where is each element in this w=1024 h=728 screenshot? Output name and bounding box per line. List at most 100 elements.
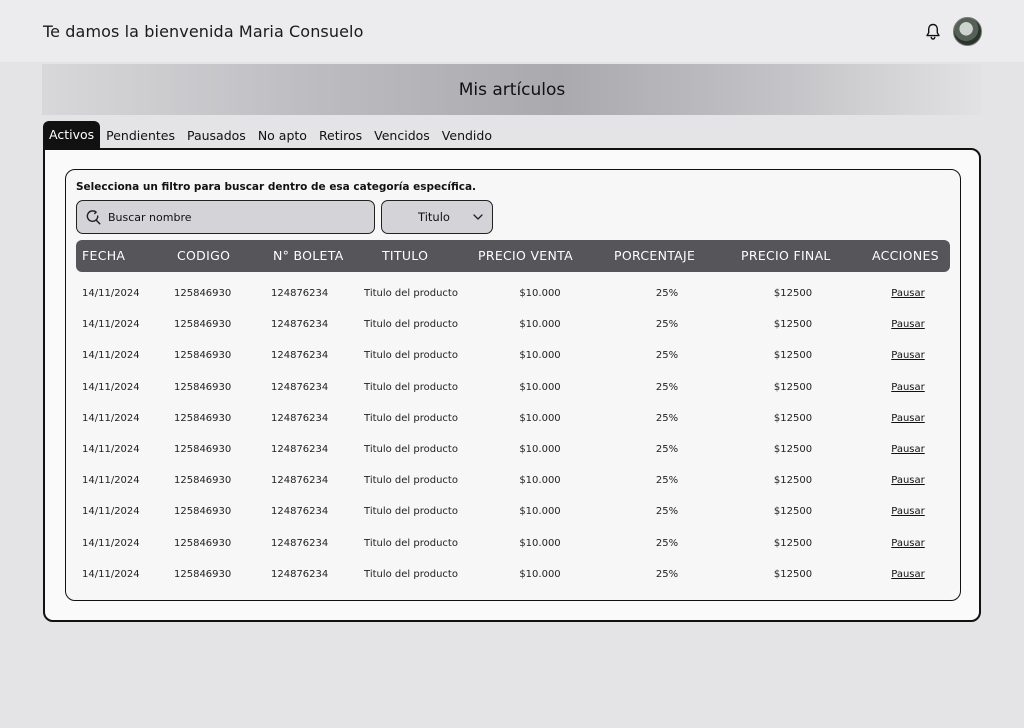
- articles-card: Selecciona un filtro para buscar dentro …: [65, 169, 961, 601]
- cell-fecha: 14/11/2024: [82, 381, 140, 393]
- cell-boleta: 124876234: [271, 412, 329, 424]
- col-boleta[interactable]: N° BOLETA: [273, 240, 344, 272]
- pause-link[interactable]: Pausar: [891, 528, 925, 559]
- cell-precio-final: $12500: [773, 412, 813, 424]
- tab-pausados[interactable]: Pausados: [181, 123, 252, 149]
- cell-titulo: Titulo del producto: [364, 288, 458, 299]
- cell-fecha: 14/11/2024: [82, 412, 140, 424]
- cell-titulo: Titulo del producto: [364, 350, 458, 362]
- col-porcentaje[interactable]: PORCENTAJE: [614, 240, 695, 272]
- cell-fecha: 14/11/2024: [82, 568, 140, 580]
- cell-fecha: 14/11/2024: [82, 506, 140, 518]
- cell-codigo: 125846930: [174, 381, 232, 393]
- table-row: 14/11/2024 125846930 124876234 Titulo del p…: [76, 372, 950, 403]
- cell-titulo: Titulo del producto: [364, 412, 458, 424]
- table-row: 14/11/2024 125846930 124876234 Titulo del p…: [76, 434, 950, 465]
- table-row: 14/11/2024 125846930 124876234 Titulo del p…: [76, 278, 950, 309]
- cell-boleta: 124876234: [271, 506, 329, 518]
- status-tabs: Activos Pendientes Pausados No apto Reti…: [43, 121, 498, 149]
- col-acciones: ACCIONES: [872, 248, 939, 263]
- cell-codigo: 125846930: [174, 350, 232, 362]
- cell-fecha: 14/11/2024: [82, 288, 140, 299]
- cell-precio-final: $12500: [773, 443, 813, 455]
- tab-activos[interactable]: Activos: [43, 121, 101, 149]
- cell-precio-final: $12500: [773, 475, 813, 487]
- page-title: Mis artículos: [458, 79, 566, 100]
- cell-precio-final: $12500: [773, 319, 813, 331]
- cell-titulo: Titulo del producto: [364, 568, 458, 580]
- cell-precio-venta: $10.000: [519, 506, 561, 518]
- pause-link[interactable]: Pausar: [891, 434, 925, 465]
- cell-porcentaje: 25%: [655, 319, 679, 331]
- cell-boleta: 124876234: [271, 537, 329, 549]
- table-row: 14/11/2024 125846930 124876234 Titulo del p…: [76, 528, 950, 559]
- col-precio-venta[interactable]: PRECIO VENTA: [478, 240, 573, 272]
- cell-porcentaje: 25%: [655, 475, 679, 487]
- cell-precio-venta: $10.000: [519, 443, 561, 455]
- cell-boleta: 124876234: [271, 350, 329, 362]
- pause-link[interactable]: Pausar: [891, 465, 925, 496]
- cell-titulo: Titulo del producto: [364, 319, 458, 331]
- cell-codigo: 125846930: [174, 412, 232, 424]
- cell-porcentaje: 25%: [655, 568, 679, 580]
- search-input[interactable]: Buscar nombre: [76, 200, 375, 234]
- cell-boleta: 124876234: [271, 319, 329, 331]
- welcome-title: Te damos la bienvenida Maria Consuelo: [43, 22, 364, 41]
- bell-icon[interactable]: [925, 23, 941, 41]
- pause-link[interactable]: Pausar: [891, 559, 925, 590]
- cell-porcentaje: 25%: [655, 506, 679, 518]
- filter-select[interactable]: Titulo: [381, 200, 493, 234]
- cell-fecha: 14/11/2024: [82, 319, 140, 331]
- pause-link[interactable]: Pausar: [891, 309, 925, 340]
- filter-select-value: Titulo: [418, 210, 450, 224]
- cell-precio-venta: $10.000: [519, 537, 561, 549]
- cell-porcentaje: 25%: [655, 537, 679, 549]
- page-banner: Mis artículos: [42, 64, 982, 115]
- cell-codigo: 125846930: [174, 506, 232, 518]
- cell-codigo: 125846930: [174, 568, 232, 580]
- pause-link[interactable]: Pausar: [891, 403, 925, 434]
- cell-fecha: 14/11/2024: [82, 350, 140, 362]
- pause-link[interactable]: Pausar: [891, 496, 925, 527]
- filter-hint: Selecciona un filtro para buscar dentro …: [76, 181, 477, 193]
- cell-precio-venta: $10.000: [519, 568, 561, 580]
- chevron-down-icon: [473, 214, 483, 220]
- cell-precio-final: $12500: [773, 537, 813, 549]
- cell-precio-venta: $10.000: [519, 319, 561, 331]
- cell-precio-final: $12500: [773, 568, 813, 580]
- cell-precio-venta: $10.000: [519, 288, 561, 299]
- table-row: 14/11/2024 125846930 124876234 Titulo del p…: [76, 465, 950, 496]
- cell-boleta: 124876234: [271, 381, 329, 393]
- cell-precio-final: $12500: [773, 381, 813, 393]
- col-titulo[interactable]: TITULO: [382, 240, 428, 272]
- tab-no-apto[interactable]: No apto: [252, 123, 313, 149]
- search-icon: [86, 209, 101, 224]
- pause-link[interactable]: Pausar: [891, 278, 925, 309]
- col-codigo[interactable]: CODIGO: [177, 240, 230, 272]
- pause-link[interactable]: Pausar: [891, 340, 925, 371]
- cell-boleta: 124876234: [271, 475, 329, 487]
- cell-porcentaje: 25%: [655, 443, 679, 455]
- tab-vencidos[interactable]: Vencidos: [368, 123, 436, 149]
- tab-vendido[interactable]: Vendido: [436, 123, 498, 149]
- tab-panel: Selecciona un filtro para buscar dentro …: [43, 148, 981, 622]
- col-fecha[interactable]: FECHA: [82, 240, 125, 272]
- cell-titulo: Titulo del producto: [364, 475, 458, 487]
- user-avatar[interactable]: [953, 17, 982, 46]
- cell-precio-final: $12500: [773, 506, 813, 518]
- cell-fecha: 14/11/2024: [82, 475, 140, 487]
- cell-titulo: Titulo del producto: [364, 381, 458, 393]
- cell-porcentaje: 25%: [655, 381, 679, 393]
- cell-titulo: Titulo del producto: [364, 537, 458, 549]
- table-body: 14/11/2024 125846930 124876234 Titulo del p…: [76, 278, 950, 590]
- cell-porcentaje: 25%: [655, 288, 679, 299]
- col-precio-final[interactable]: PRECIO FINAL: [741, 240, 831, 272]
- cell-fecha: 14/11/2024: [82, 443, 140, 455]
- table-row: 14/11/2024 125846930 124876234 Titulo del p…: [76, 403, 950, 434]
- tab-pendientes[interactable]: Pendientes: [100, 123, 181, 149]
- cell-precio-venta: $10.000: [519, 475, 561, 487]
- cell-fecha: 14/11/2024: [82, 537, 140, 549]
- cell-boleta: 124876234: [271, 288, 329, 299]
- pause-link[interactable]: Pausar: [891, 372, 925, 403]
- tab-retiros[interactable]: Retiros: [313, 123, 368, 149]
